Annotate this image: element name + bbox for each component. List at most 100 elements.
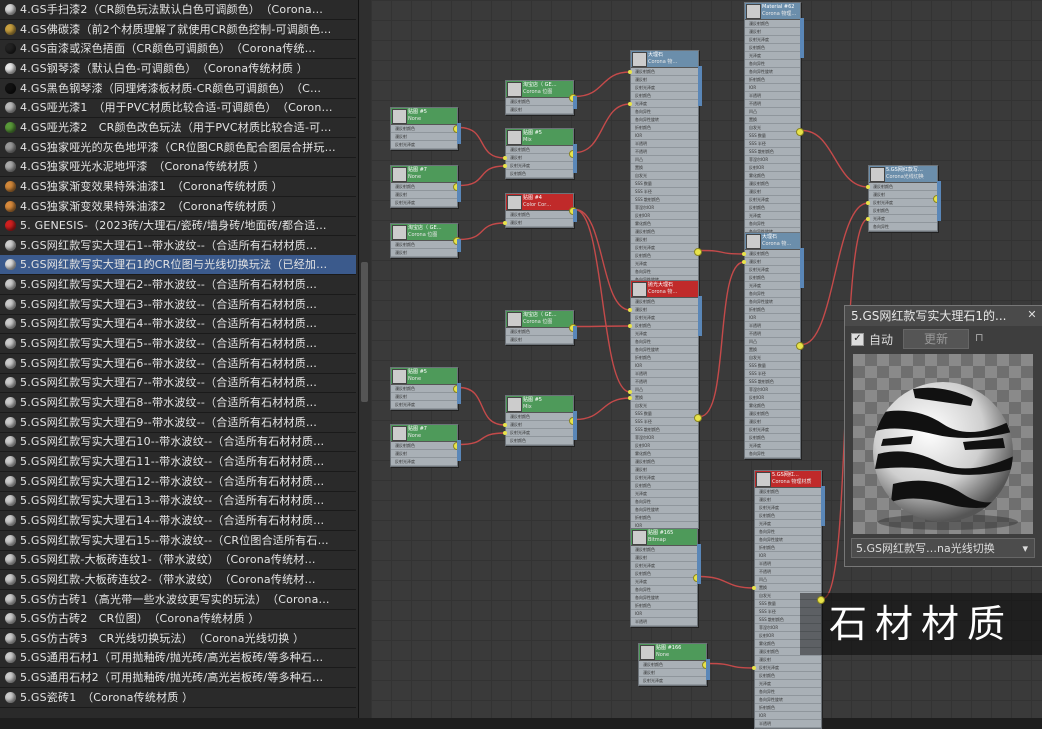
node-slot[interactable]: 各向异性 [745, 450, 800, 458]
node-slot[interactable]: 反射光泽度 [631, 244, 698, 252]
node-slot[interactable]: 折射颜色 [745, 306, 800, 314]
node-slot[interactable]: 反射光泽度 [631, 474, 698, 482]
node-slot[interactable]: 置换 [745, 116, 800, 124]
node-slot[interactable]: 反射光泽度 [755, 664, 821, 672]
node-slot[interactable]: 反射颜色 [745, 204, 800, 212]
node-bitmap165[interactable]: 贴图 #165 Bitmap 漫反射颜色 漫反射 反射光泽度 反射颜色 光泽度 各向异性 各向异… [630, 528, 698, 627]
node-slot[interactable]: 漫反射 [391, 450, 457, 458]
node-slot[interactable]: 漫反射 [631, 466, 698, 474]
material-list[interactable]: 4.GS手扫漆2（CR颜色玩法默认白色可调颜色） （Corona… 4.GS佛碳漆… [0, 0, 358, 718]
output-port[interactable] [796, 127, 804, 136]
node-slot[interactable]: 各向异性 [755, 688, 821, 696]
material-list-item[interactable]: 5.GS网红款写实大理石2--带水波纹--（合适所有石材材质… [0, 275, 356, 296]
material-list-item[interactable]: 4.GS钢琴漆（默认白色-可调颜色） （Corona传统材质 ） [0, 59, 356, 79]
node-collapse-tab[interactable] [698, 296, 702, 336]
node-slot[interactable]: 折射颜色 [631, 514, 698, 522]
node-slot[interactable]: 不透明 [631, 378, 698, 386]
node-slot[interactable]: 反射颜色 [506, 170, 573, 178]
node-slot[interactable]: 反射光泽度 [506, 429, 573, 437]
node-slot[interactable]: 反射光泽度 [745, 266, 800, 274]
node-header[interactable]: 大理石 Corona 物… [745, 233, 800, 250]
node-slot[interactable]: 光泽度 [869, 215, 937, 223]
material-list-item[interactable]: 5.GS瓷砖1 （Corona传统材质 ） [0, 688, 356, 708]
node-slot[interactable]: 漫反射 [631, 306, 698, 314]
node-slot[interactable]: 漫反射颜色 [745, 20, 800, 28]
node-slot[interactable]: 反射光泽度 [631, 84, 698, 92]
node-slot[interactable]: 光泽度 [631, 330, 698, 338]
node-slot[interactable]: 漫反射 [631, 236, 698, 244]
node-slot[interactable]: 反射光泽度 [391, 199, 457, 207]
node-collapse-tab[interactable] [573, 96, 577, 109]
node-slot[interactable]: 各向异性旋转 [631, 116, 698, 124]
node-slot[interactable]: 漫反射颜色 [506, 146, 573, 154]
node-slot[interactable]: 不透明 [745, 330, 800, 338]
node-slot[interactable]: 半透明 [745, 92, 800, 100]
node-slot[interactable]: 菲涅尔IOR [745, 156, 800, 164]
node-slot[interactable]: IOR [745, 314, 800, 322]
node-slot[interactable]: 折射颜色 [755, 544, 821, 552]
node-slot[interactable]: 半透明 [745, 322, 800, 330]
node-header[interactable]: 贴图 #166 None [639, 644, 706, 661]
close-icon[interactable]: ✕ [1025, 308, 1039, 322]
node-slot[interactable]: 反射光泽度 [391, 141, 457, 149]
node-slot[interactable]: 漫反射 [745, 418, 800, 426]
node-slot[interactable]: 光泽度 [745, 282, 800, 290]
node-slot[interactable]: 反射颜色 [506, 437, 573, 445]
node-slot[interactable]: 漫反射 [631, 76, 698, 84]
node-header[interactable]: 淘宝店（ GE… Corona 位图 [506, 81, 573, 98]
node-slot[interactable]: 漫反射颜色 [631, 228, 698, 236]
material-list-item[interactable]: 5.GS仿古砖1（高光带一些水波纹更写实的玩法） （Corona… [0, 590, 356, 610]
material-list-item[interactable]: 5.GS网红款写实大理石6--带水波纹--（合适所有石材材质… [0, 354, 356, 374]
material-list-item[interactable]: 5.GS网红款写实大理石5--带水波纹--（合适所有石材材质… [0, 334, 356, 355]
node-slot[interactable]: 漫反射 [506, 421, 573, 429]
node-slot[interactable]: 漫反射颜色 [506, 413, 573, 421]
preview-material-select[interactable]: 5.GS网红款写…na光线切换 ▾ [851, 538, 1035, 558]
node-header[interactable]: 贴图 #4 Color Cor… [506, 194, 573, 211]
node-slot[interactable]: 漫反射 [391, 133, 457, 141]
node-slot[interactable]: 光泽度 [745, 442, 800, 450]
node-slot[interactable]: 自发光 [631, 172, 698, 180]
node-mix5a[interactable]: 贴图 #5 Mix 漫反射颜色 漫反射 反射光泽度 反射颜色 [505, 128, 574, 179]
node-slot[interactable]: 漫反射 [506, 154, 573, 162]
material-list-item[interactable]: 4.GS手扫漆2（CR颜色玩法默认白色可调颜色） （Corona… [0, 0, 356, 20]
node-header[interactable]: 大理石 Corona 物… [631, 51, 698, 68]
node-slot[interactable]: SSS 半径 [745, 140, 800, 148]
node-slot[interactable]: SSS 半径 [631, 418, 698, 426]
node-slot[interactable]: 反射光泽度 [631, 314, 698, 322]
node-collapse-tab[interactable] [821, 486, 825, 526]
node-slot[interactable]: 各向异性 [745, 220, 800, 228]
node-slot[interactable]: IOR [755, 552, 821, 560]
node-slot[interactable]: 反射光泽度 [639, 677, 706, 685]
node-slot[interactable]: 漫反射颜色 [506, 211, 573, 219]
node-collapse-tab[interactable] [937, 181, 941, 221]
node-slot[interactable]: 光泽度 [631, 260, 698, 268]
node-slot[interactable]: 反射颜色 [631, 570, 697, 578]
node-slot[interactable]: 不透明 [745, 100, 800, 108]
node-slot[interactable]: 反射颜色 [631, 482, 698, 490]
node-slot[interactable]: 反射颜色 [631, 92, 698, 100]
node-slot[interactable]: 漫反射 [745, 258, 800, 266]
node-slot[interactable]: 漫反射颜色 [631, 68, 698, 76]
node-slot[interactable]: 雾化颜色 [745, 172, 800, 180]
node-slot[interactable]: 雾化颜色 [631, 450, 698, 458]
node-collapse-tab[interactable] [706, 659, 710, 680]
auto-checkbox[interactable]: ✓ [851, 332, 864, 346]
node-slot[interactable]: 漫反射 [745, 28, 800, 36]
node-slot[interactable]: 光泽度 [745, 212, 800, 220]
node-slot[interactable]: 漫反射 [639, 669, 706, 677]
node-slot[interactable]: 各向异性旋转 [745, 68, 800, 76]
node-slot[interactable]: 各向异性旋转 [631, 594, 697, 602]
node-slot[interactable]: 半透明 [631, 140, 698, 148]
node-slot[interactable]: 各向异性 [631, 586, 697, 594]
node-slot[interactable]: 漫反射颜色 [631, 298, 698, 306]
node-slot[interactable]: 漫反射颜色 [391, 183, 457, 191]
material-list-item[interactable]: 5.GS网红款写实大理石9--带水波纹--（合适所有石材材质… [0, 413, 356, 433]
node-slot[interactable]: 折射颜色 [631, 124, 698, 132]
material-list-item[interactable]: 5.GS网红款-大板砖连纹1-（带水波纹） （Corona传统材… [0, 550, 356, 571]
node-bitmap5a[interactable]: 贴图 #5 None 漫反射颜色 漫反射 反射光泽度 [390, 107, 458, 150]
node-slot[interactable]: 光泽度 [631, 578, 697, 586]
node-slot[interactable]: SSS 散射颜色 [631, 196, 698, 204]
output-port[interactable] [817, 595, 825, 604]
node-slot[interactable]: 各向异性 [869, 223, 937, 231]
node-collapse-tab[interactable] [457, 239, 461, 252]
